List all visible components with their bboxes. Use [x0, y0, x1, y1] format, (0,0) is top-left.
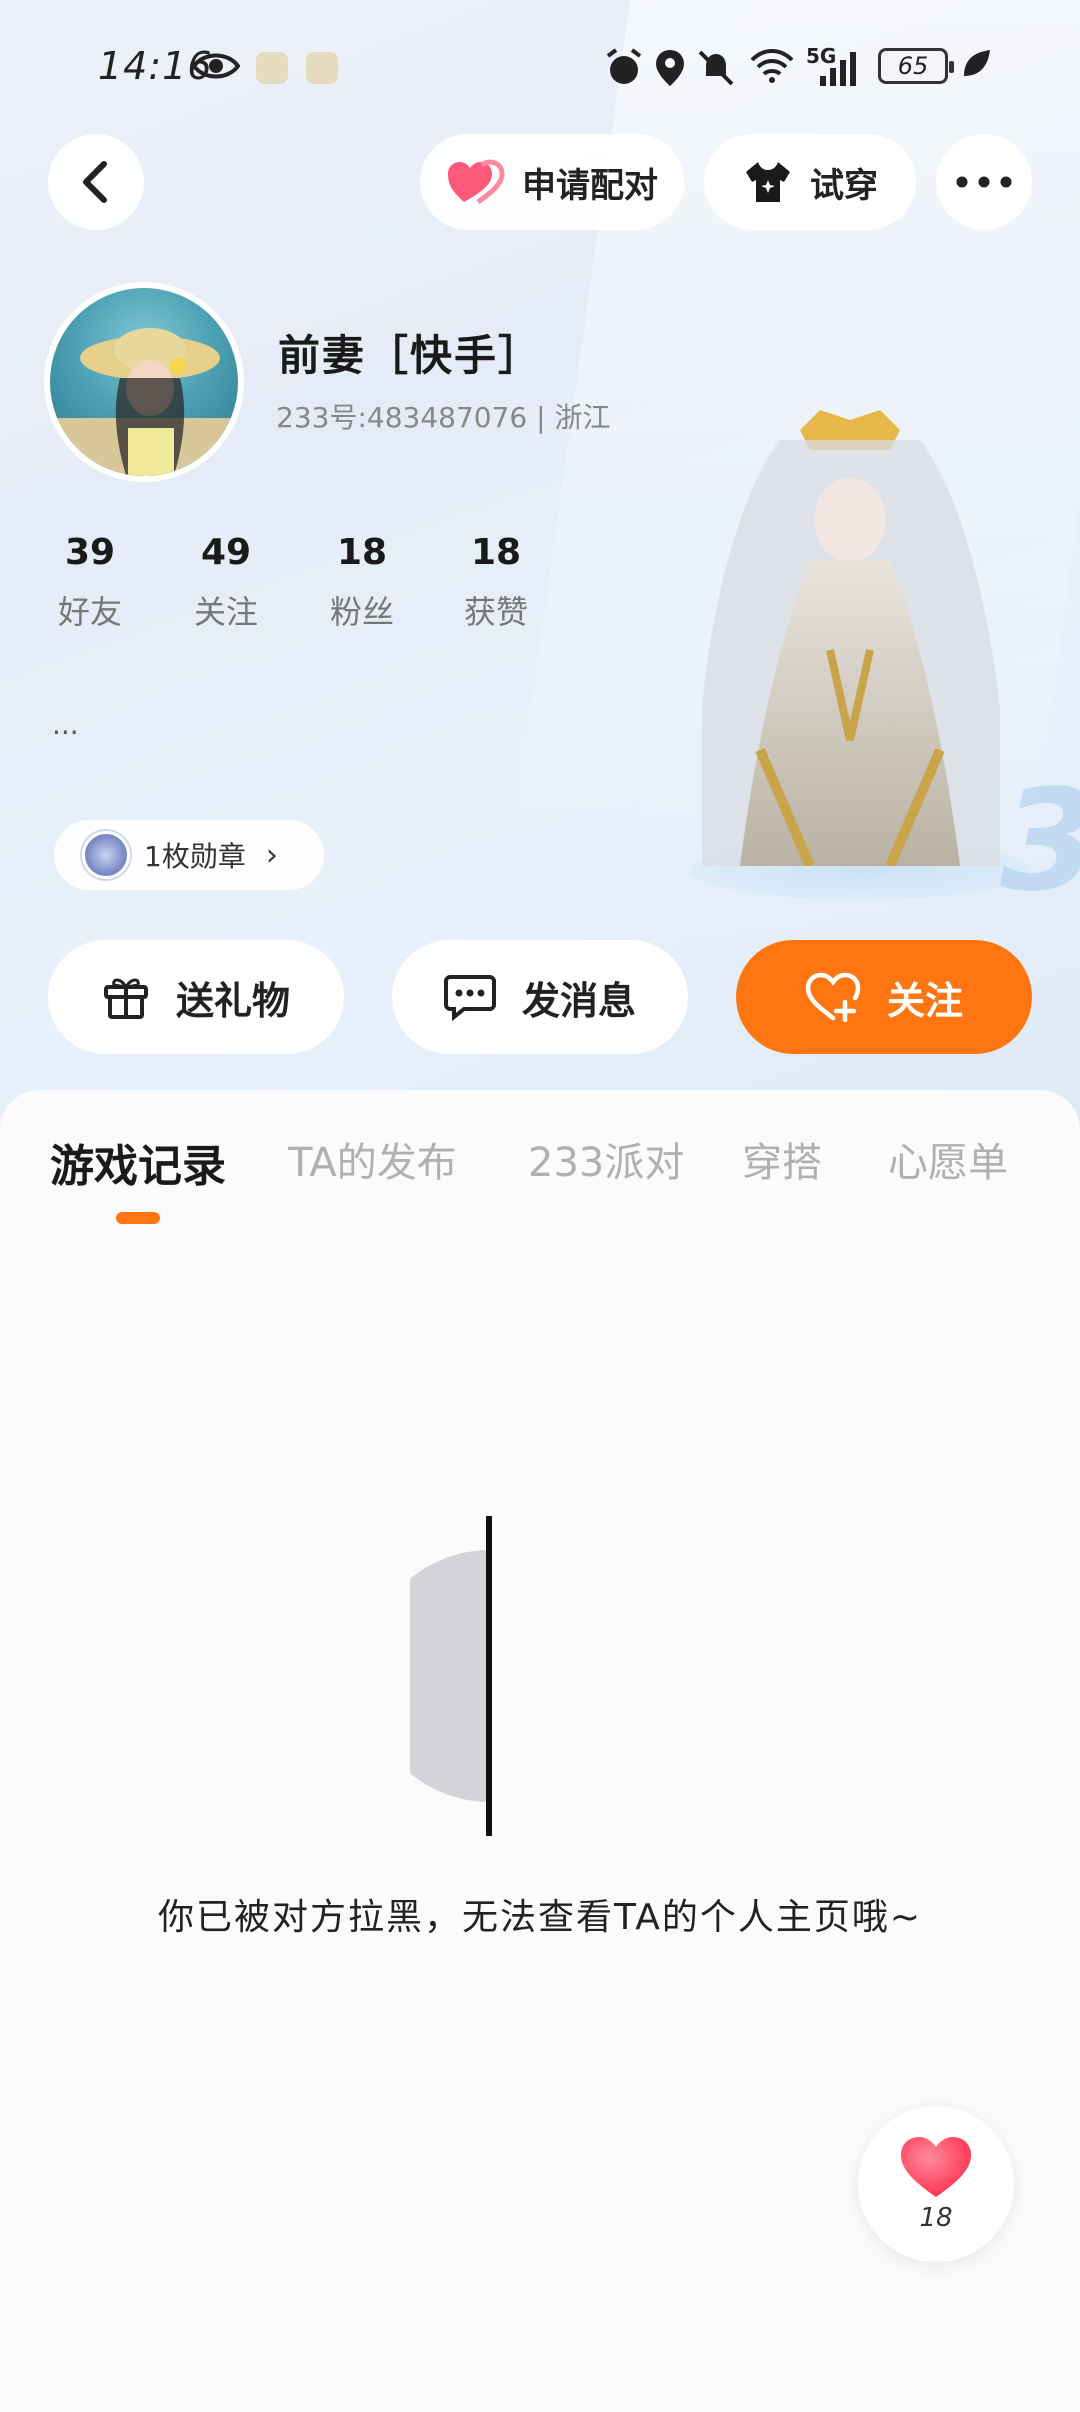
try-on-button[interactable]: 试穿 [704, 134, 916, 230]
tab-posts[interactable]: TA的发布 [288, 1130, 457, 1188]
wifi-icon [750, 49, 794, 83]
try-on-label: 试穿 [810, 165, 878, 206]
request-pair-label: 申请配对 [522, 165, 658, 206]
stat-value: 18 [470, 532, 522, 573]
back-button[interactable] [48, 134, 144, 230]
stat-label: 好友 [57, 593, 122, 631]
gift-icon [103, 978, 148, 1019]
bio-text: ... [52, 708, 79, 741]
more-dots-icon [956, 176, 1012, 188]
stat-value: 39 [64, 532, 116, 573]
battery-indicator: 65 [878, 48, 954, 84]
avatar[interactable] [44, 282, 244, 482]
user-id-location: 233号:483487076 | 浙江 [276, 401, 611, 434]
stat-following[interactable]: 49 关注 [176, 532, 276, 633]
heart-plus-icon [805, 972, 861, 1022]
tab-outfits[interactable]: 穿搭 [742, 1130, 822, 1188]
blocked-illustration [410, 1516, 492, 1836]
send-gift-button[interactable]: 送礼物 [48, 940, 344, 1054]
heart-icon [901, 2137, 971, 2197]
stat-label: 粉丝 [329, 593, 394, 631]
follow-label: 关注 [886, 978, 963, 1023]
stat-label: 获赞 [463, 593, 528, 631]
medal-button[interactable]: 1枚勋章 › [54, 820, 324, 890]
eye-icon [192, 53, 240, 79]
tab-wishlist[interactable]: 心愿单 [888, 1130, 1008, 1188]
medal-label: 1枚勋章 [144, 840, 246, 873]
active-tab-indicator [116, 1212, 160, 1224]
blocked-message: 你已被对方拉黑，无法查看TA的个人主页哦~ [158, 1897, 922, 1938]
follow-button[interactable]: 关注 [736, 940, 1032, 1054]
like-button[interactable]: 18 [858, 2106, 1014, 2262]
stat-label: 关注 [193, 593, 258, 631]
stat-friends[interactable]: 39 好友 [40, 532, 140, 633]
medal-icon [82, 831, 130, 879]
brand-watermark: 3 [1000, 760, 1080, 923]
chevron-left-icon [83, 161, 107, 203]
tab-233-party[interactable]: 233派对 [528, 1130, 684, 1188]
send-gift-label: 送礼物 [175, 978, 290, 1023]
nickname: 前妻［快手］ [278, 331, 543, 380]
send-message-button[interactable]: 发消息 [392, 940, 688, 1054]
notification-app-icon [306, 52, 338, 84]
stat-value: 18 [336, 532, 388, 573]
like-count: 18 [919, 2203, 953, 2233]
status-bar: 14:16 5G 65 [0, 0, 1080, 130]
shirt-icon [746, 162, 790, 202]
stat-value: 49 [200, 532, 252, 573]
stat-likes[interactable]: 18 获赞 [446, 532, 546, 633]
alarm-icon [606, 48, 642, 84]
chevron-right-icon: › [265, 837, 278, 873]
stat-fans[interactable]: 18 粉丝 [312, 532, 412, 633]
heart-pair-icon [448, 159, 505, 205]
send-message-label: 发消息 [521, 978, 636, 1023]
more-options-button[interactable] [936, 134, 1032, 230]
chat-bubble-icon [443, 975, 496, 1021]
notification-app-icon [256, 52, 288, 84]
request-pair-button[interactable]: 申请配对 [420, 134, 684, 230]
location-icon [656, 50, 684, 86]
mute-bell-icon [698, 50, 734, 86]
tab-game-records[interactable]: 游戏记录 [50, 1130, 226, 1194]
character-avatar[interactable] [700, 410, 1002, 866]
leaf-icon [964, 50, 990, 76]
signal-icon [820, 52, 856, 86]
